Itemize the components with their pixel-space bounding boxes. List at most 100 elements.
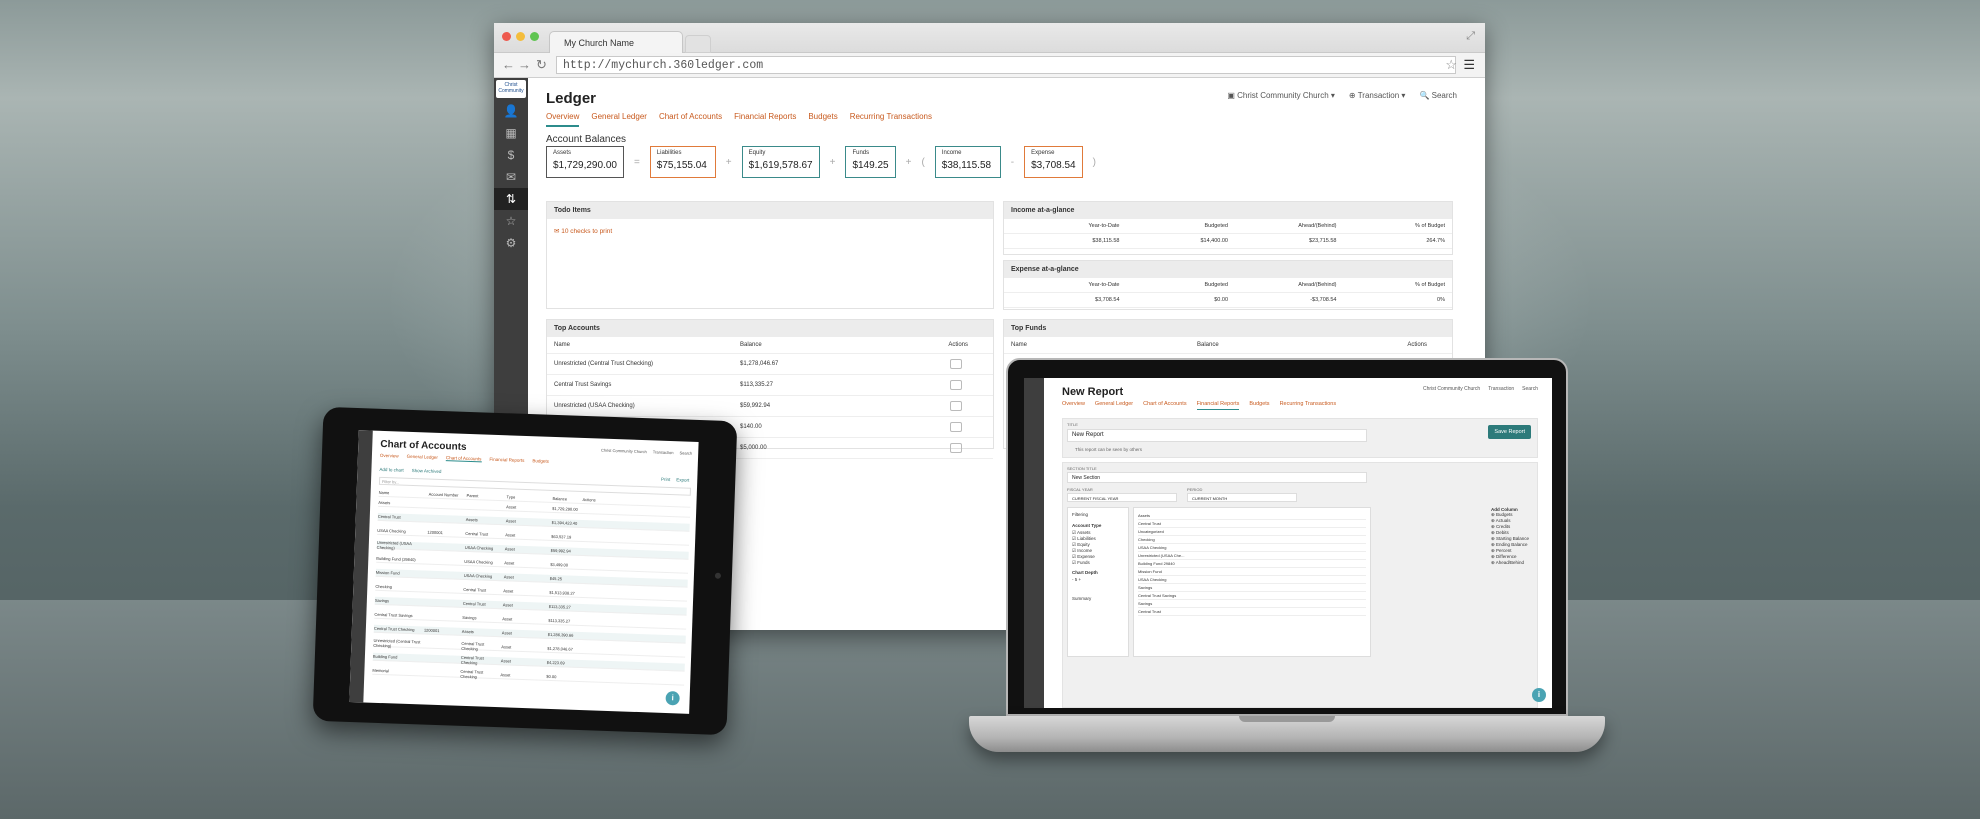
summary-header[interactable]: Summary <box>1072 596 1124 601</box>
tab-recurring-transactions[interactable]: Recurring Transactions <box>850 112 932 127</box>
tab-financial-reports[interactable]: Financial Reports <box>489 457 524 464</box>
cell-bal: $45.25 <box>549 575 563 582</box>
table-row[interactable]: Central Trust Savings $113,335.27 <box>547 375 993 396</box>
tab-general-ledger[interactable]: General Ledger <box>407 454 438 461</box>
add-column-option[interactable]: ⊕ Ahead/Behind <box>1491 560 1531 566</box>
messages-icon[interactable]: ✉ <box>494 166 528 188</box>
tree-item[interactable]: USAA Checking <box>1138 544 1366 552</box>
close-dot[interactable] <box>502 32 511 41</box>
show-archived-button[interactable]: Show Archived <box>412 468 442 474</box>
tab-budgets[interactable]: Budgets <box>1249 401 1269 410</box>
tree-item[interactable]: Building Fund 29840 <box>1138 560 1366 568</box>
balance-funds[interactable]: Funds $149.25 <box>845 146 896 178</box>
tab-overview[interactable]: Overview <box>1062 401 1085 410</box>
tab-budgets[interactable]: Budgets <box>532 458 549 465</box>
tree-item[interactable]: Central Trust <box>1138 608 1366 616</box>
people-icon[interactable]: 👤 <box>494 100 528 122</box>
reload-icon[interactable]: ↻ <box>536 57 547 73</box>
settings-icon[interactable]: ⚙ <box>494 232 528 254</box>
action-icon[interactable] <box>950 359 962 369</box>
account-balance: $59,992.94 <box>740 403 771 409</box>
cell-type: Asset <box>504 546 515 552</box>
tab-financial-reports[interactable]: Financial Reports <box>734 112 796 127</box>
period-select[interactable]: CURRENT MONTH <box>1187 493 1297 502</box>
ledger-icon[interactable]: ⇅ <box>494 188 528 210</box>
url-input[interactable]: http://mychurch.360ledger.com <box>556 56 1456 74</box>
filtering-header[interactable]: Filtering <box>1072 512 1124 517</box>
tree-item[interactable]: Unrestricted (USAA Che... <box>1138 552 1366 560</box>
tablet-page-title: Chart of Accounts <box>380 438 467 453</box>
shared-checkbox-label[interactable]: This report can be seen by others <box>1075 447 1142 452</box>
tab-overview[interactable]: Overview <box>380 453 399 460</box>
account-type-checkbox[interactable]: ☑ Funds <box>1072 560 1124 566</box>
tree-item[interactable]: Savings <box>1138 584 1366 592</box>
balance-expense[interactable]: Expense $3,708.54 <box>1024 146 1083 178</box>
export-button[interactable]: Export <box>676 477 689 482</box>
favorites-icon[interactable]: ☆ <box>494 210 528 232</box>
tree-item[interactable]: Uncategorized <box>1138 528 1366 536</box>
tree-item[interactable]: Mission Fund <box>1138 568 1366 576</box>
browser-tab[interactable]: My Church Name <box>549 31 683 53</box>
tree-item[interactable]: Savings <box>1138 600 1366 608</box>
info-icon[interactable]: i <box>1532 688 1546 702</box>
maximize-dot[interactable] <box>530 32 539 41</box>
accounts-header: Name Balance Actions <box>547 337 993 354</box>
tab-budgets[interactable]: Budgets <box>808 112 837 127</box>
minimize-dot[interactable] <box>516 32 525 41</box>
forward-icon[interactable]: → <box>518 57 531 72</box>
tab-chart-of-accounts[interactable]: Chart of Accounts <box>659 112 722 127</box>
tree-item[interactable]: Assets <box>1138 512 1366 520</box>
cell-name: Building Fund (29840) <box>376 555 416 563</box>
report-title-input[interactable]: New Report <box>1067 429 1367 442</box>
action-icon[interactable] <box>950 401 962 411</box>
org-selector[interactable]: Christ Community Church <box>601 448 647 455</box>
org-selector[interactable]: Christ Community Church <box>1423 386 1480 392</box>
church-logo[interactable]: Christ Community <box>496 80 526 98</box>
action-icon[interactable] <box>950 422 962 432</box>
table-row[interactable]: Unrestricted (Central Trust Checking) $1,… <box>547 354 993 375</box>
balance-equity[interactable]: Equity $1,619,578.67 <box>741 146 820 178</box>
cell-type: Asset <box>502 602 513 608</box>
balance-liabilities[interactable]: Liabilities $75,155.04 <box>649 146 716 178</box>
tree-item[interactable]: Central Trust Savings <box>1138 592 1366 600</box>
todo-item[interactable]: ✉ 10 checks to print <box>547 219 993 243</box>
action-icon[interactable] <box>950 443 962 453</box>
tab-chart-of-accounts[interactable]: Chart of Accounts <box>445 455 482 463</box>
transaction-menu[interactable]: Transaction <box>1488 386 1514 392</box>
new-tab-button[interactable] <box>685 35 711 53</box>
tab-recurring-transactions[interactable]: Recurring Transactions <box>1280 401 1337 410</box>
fullscreen-icon[interactable]: ⤢ <box>1466 30 1475 43</box>
search-link[interactable]: 🔍 Search <box>1419 91 1457 100</box>
balance-assets[interactable]: Assets $1,729,290.00 <box>546 146 624 178</box>
tab-financial-reports[interactable]: Financial Reports <box>1196 401 1240 410</box>
table-row[interactable]: Unrestricted (USAA Checking) $59,992.94 <box>547 396 993 417</box>
bookmark-star-icon[interactable]: ☆ <box>1445 57 1457 73</box>
add-chart-button[interactable]: Add to chart <box>379 467 403 473</box>
giving-icon[interactable]: $ <box>494 144 528 166</box>
tree-item[interactable]: Central Trust <box>1138 520 1366 528</box>
calendar-icon[interactable]: ▦ <box>494 122 528 144</box>
balance-income[interactable]: Income $38,115.58 <box>934 146 1001 178</box>
tab-general-ledger[interactable]: General Ledger <box>1095 401 1133 410</box>
tab-chart-of-accounts[interactable]: Chart of Accounts <box>1143 401 1186 410</box>
transaction-menu[interactable]: ⊕ Transaction ▾ <box>1349 91 1406 100</box>
section-title-input[interactable]: New Section <box>1067 472 1367 483</box>
menu-icon[interactable]: ☰ <box>1463 57 1475 73</box>
tree-item[interactable]: Checking <box>1138 536 1366 544</box>
cell-type: Asset <box>505 518 516 524</box>
transaction-menu[interactable]: Transaction <box>653 449 674 455</box>
print-button[interactable]: Print <box>661 477 670 482</box>
tab-overview[interactable]: Overview <box>546 112 580 127</box>
fiscal-year-label: FISCAL YEAR <box>1067 487 1093 492</box>
save-report-button[interactable]: Save Report <box>1488 425 1531 439</box>
info-icon[interactable]: i <box>665 690 680 706</box>
action-icon[interactable] <box>950 380 962 390</box>
chart-depth-stepper[interactable]: - 5 + <box>1072 577 1124 582</box>
search-link[interactable]: Search <box>679 450 692 455</box>
fiscal-year-select[interactable]: CURRENT FISCAL YEAR <box>1067 493 1177 502</box>
org-selector[interactable]: ▣ Christ Community Church ▾ <box>1227 91 1335 100</box>
tree-item[interactable]: USAA Checking <box>1138 576 1366 584</box>
back-icon[interactable]: ← <box>502 57 515 72</box>
search-link[interactable]: Search <box>1522 386 1538 392</box>
tab-general-ledger[interactable]: General Ledger <box>591 112 647 127</box>
